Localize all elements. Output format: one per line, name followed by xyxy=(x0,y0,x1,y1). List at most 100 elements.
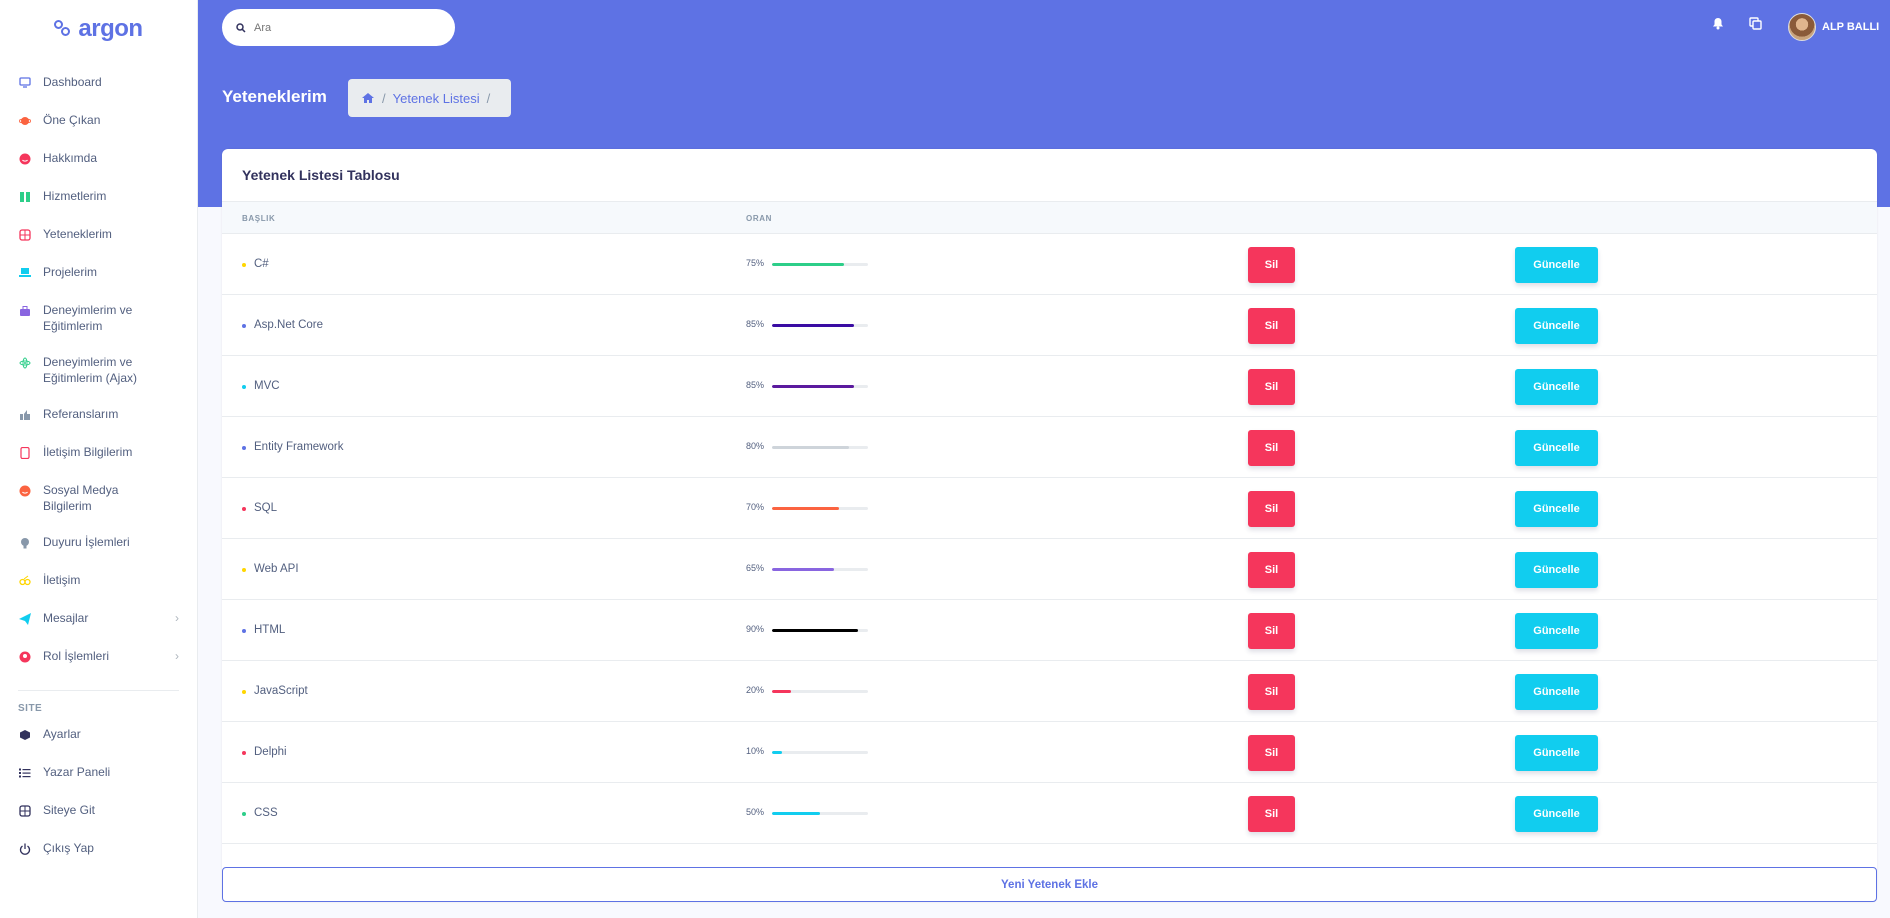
sidebar-item-label: Yazar Paneli xyxy=(43,765,111,779)
skill-percent: 80% xyxy=(746,441,765,451)
table-row: Delphi 10% Sil Güncelle xyxy=(222,722,1877,783)
progress-bar xyxy=(772,507,868,510)
chevron-right-icon: › xyxy=(175,649,179,663)
power-icon xyxy=(18,842,31,855)
search-icon xyxy=(236,22,246,33)
update-button[interactable]: Güncelle xyxy=(1515,491,1598,527)
delete-button[interactable]: Sil xyxy=(1248,552,1295,588)
column-header-title: BAŞLIK xyxy=(242,214,276,223)
table-row: CSS 50% Sil Güncelle xyxy=(222,783,1877,844)
apps-button[interactable] xyxy=(1749,17,1762,30)
skill-percent: 50% xyxy=(746,807,765,817)
progress-bar xyxy=(772,812,868,815)
delete-button[interactable]: Sil xyxy=(1248,430,1295,466)
planet-icon xyxy=(18,114,31,127)
delete-button[interactable]: Sil xyxy=(1248,674,1295,710)
sidebar-item-4[interactable]: Yeteneklerim xyxy=(0,224,197,262)
notification-button[interactable] xyxy=(1712,17,1724,30)
skill-name: C# xyxy=(254,258,269,270)
list-icon xyxy=(18,766,31,779)
progress-fill xyxy=(772,324,854,327)
skill-name: Asp.Net Core xyxy=(254,319,324,331)
delete-button[interactable]: Sil xyxy=(1248,613,1295,649)
sidebar-item-label: Mesajlar xyxy=(43,611,89,625)
sidebar-item-7[interactable]: Deneyimlerim ve Eğitimlerim (Ajax) xyxy=(0,352,197,404)
update-button[interactable]: Güncelle xyxy=(1515,735,1598,771)
update-button[interactable]: Güncelle xyxy=(1515,796,1598,832)
tablet-icon xyxy=(18,446,31,459)
sidebar-item-3[interactable]: Hizmetlerim xyxy=(0,186,197,224)
sidebar-item-6[interactable]: Deneyimlerim ve Eğitimlerim xyxy=(0,300,197,352)
sidebar-site-nav: Ayarlar Yazar Paneli Siteye Git Çıkış Yap xyxy=(0,724,197,876)
progress-bar xyxy=(772,568,868,571)
sidebar-item-8[interactable]: Referanslarım xyxy=(0,404,197,442)
progress-fill xyxy=(772,812,820,815)
sidebar-item-5[interactable]: Projelerim xyxy=(0,262,197,300)
support-icon xyxy=(18,228,31,241)
glasses-icon xyxy=(18,574,31,587)
sidebar-item-1[interactable]: Öne Çıkan xyxy=(0,110,197,148)
sidebar-item-14[interactable]: Rol İşlemleri › xyxy=(0,646,197,684)
update-button[interactable]: Güncelle xyxy=(1515,369,1598,405)
sidebar-site-item-2[interactable]: Siteye Git xyxy=(0,800,197,838)
delete-button[interactable]: Sil xyxy=(1248,491,1295,527)
delete-button[interactable]: Sil xyxy=(1248,796,1295,832)
status-dot xyxy=(242,690,246,694)
brand-logo[interactable]: argon xyxy=(0,0,197,58)
update-button[interactable]: Güncelle xyxy=(1515,247,1598,283)
delete-button[interactable]: Sil xyxy=(1248,369,1295,405)
status-dot xyxy=(242,385,246,389)
skill-name: MVC xyxy=(254,380,280,392)
breadcrumb: / Yetenek Listesi / xyxy=(348,79,511,117)
update-button[interactable]: Güncelle xyxy=(1515,308,1598,344)
update-button[interactable]: Güncelle xyxy=(1515,430,1598,466)
user-menu[interactable]: ALP BALLI xyxy=(1788,13,1879,41)
progress-fill xyxy=(772,690,792,693)
sidebar-item-label: İletişim xyxy=(43,573,81,587)
add-skill-button[interactable]: Yeni Yetenek Ekle xyxy=(222,867,1877,902)
sidebar-item-label: Çıkış Yap xyxy=(43,841,94,855)
table-row: JavaScript 20% Sil Güncelle xyxy=(222,661,1877,722)
status-dot xyxy=(242,751,246,755)
sidebar-item-2[interactable]: Hakkımda xyxy=(0,148,197,186)
support-icon xyxy=(18,804,31,817)
progress-bar xyxy=(772,385,868,388)
sidebar-item-label: Hizmetlerim xyxy=(43,189,107,203)
status-dot xyxy=(242,446,246,450)
skill-percent: 10% xyxy=(746,746,765,756)
delete-button[interactable]: Sil xyxy=(1248,247,1295,283)
satisfied-icon xyxy=(18,484,31,497)
sidebar-item-9[interactable]: İletişim Bilgilerim xyxy=(0,442,197,480)
progress-bar xyxy=(772,751,868,754)
sidebar-item-13[interactable]: Mesajlar › xyxy=(0,608,197,646)
skill-percent: 90% xyxy=(746,624,765,634)
send-icon xyxy=(18,612,31,625)
skill-name: HTML xyxy=(254,624,286,636)
atom-icon xyxy=(18,356,31,369)
home-icon[interactable] xyxy=(361,92,375,104)
sidebar-item-11[interactable]: Duyuru İşlemleri xyxy=(0,532,197,570)
sidebar-item-label: Öne Çıkan xyxy=(43,113,101,127)
sidebar-site-item-1[interactable]: Yazar Paneli xyxy=(0,762,197,800)
update-button[interactable]: Güncelle xyxy=(1515,613,1598,649)
sidebar-item-label: Deneyimlerim ve Eğitimlerim xyxy=(43,303,133,333)
skill-name: CSS xyxy=(254,807,278,819)
skill-name: Entity Framework xyxy=(254,441,344,453)
sidebar-item-label: Referanslarım xyxy=(43,407,119,421)
breadcrumb-current[interactable]: Yetenek Listesi xyxy=(393,91,480,106)
search-input[interactable] xyxy=(254,21,434,34)
delete-button[interactable]: Sil xyxy=(1248,308,1295,344)
status-dot xyxy=(242,812,246,816)
skills-table-card: Yetenek Listesi Tablosu BAŞLIK ORAN C# 75… xyxy=(222,149,1877,902)
sidebar-item-label: Rol İşlemleri xyxy=(43,649,110,663)
sidebar-site-item-3[interactable]: Çıkış Yap xyxy=(0,838,197,876)
sidebar-item-12[interactable]: İletişim xyxy=(0,570,197,608)
delete-button[interactable]: Sil xyxy=(1248,735,1295,771)
update-button[interactable]: Güncelle xyxy=(1515,552,1598,588)
update-button[interactable]: Güncelle xyxy=(1515,674,1598,710)
sidebar-item-0[interactable]: Dashboard xyxy=(0,72,197,110)
search-bar[interactable] xyxy=(222,9,455,46)
sidebar-item-10[interactable]: Sosyal Medya Bilgilerim xyxy=(0,480,197,532)
progress-fill xyxy=(772,507,840,510)
sidebar-site-item-0[interactable]: Ayarlar xyxy=(0,724,197,762)
